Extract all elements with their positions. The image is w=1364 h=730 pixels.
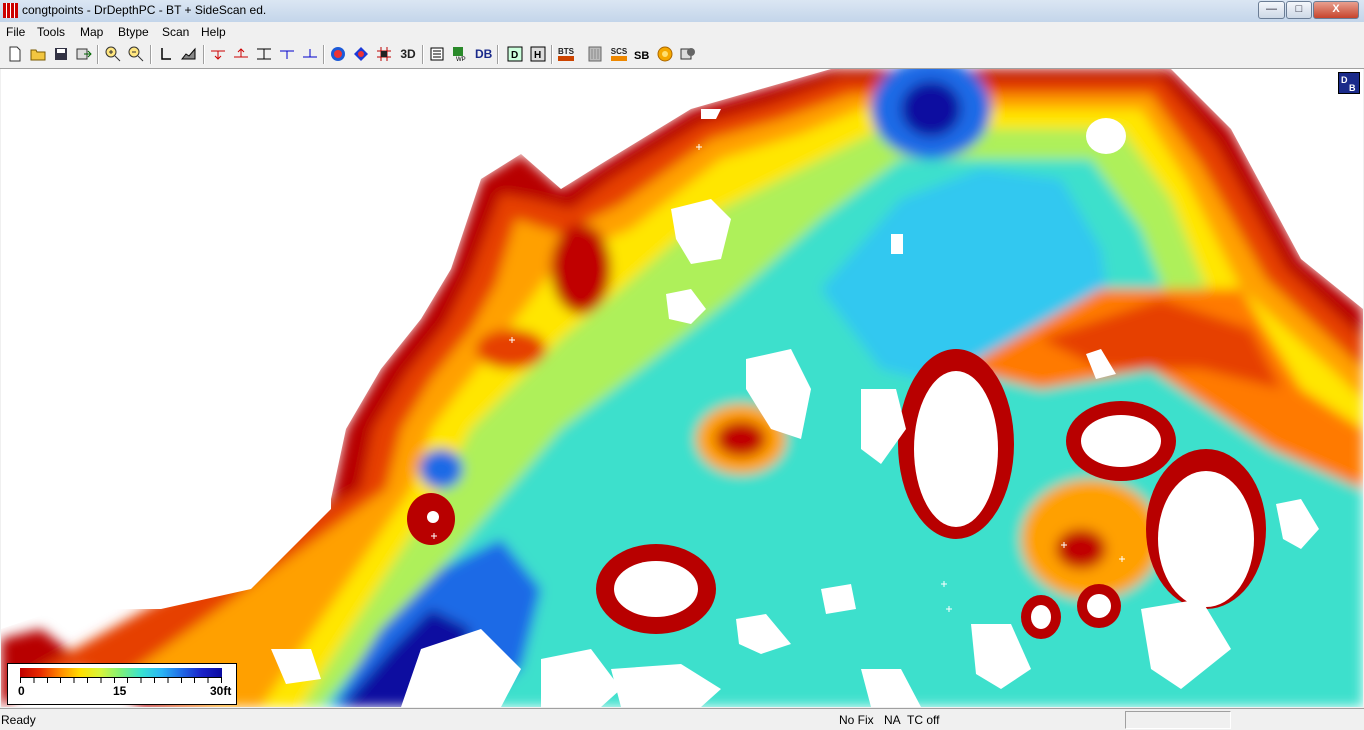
depth-color-scale bbox=[20, 668, 222, 677]
track-icon[interactable] bbox=[586, 45, 604, 63]
status-progress-panel bbox=[1125, 711, 1231, 729]
minimize-button[interactable]: — bbox=[1258, 1, 1285, 19]
status-tc: TC off bbox=[907, 713, 940, 727]
depth-range-icon[interactable] bbox=[255, 45, 273, 63]
depth-up-icon[interactable] bbox=[232, 45, 250, 63]
menu-scan[interactable]: Scan bbox=[162, 25, 189, 39]
toolbar: 3D WP DB D H BTS SCS SB bbox=[0, 41, 1364, 69]
status-bar: Ready No Fix NA TC off bbox=[0, 708, 1364, 730]
bts-label: BTS bbox=[558, 46, 574, 56]
svg-text:H: H bbox=[534, 50, 541, 61]
legend-min-label: 0 bbox=[18, 684, 25, 698]
svg-text:B: B bbox=[1349, 83, 1356, 93]
database-icon[interactable]: DB bbox=[474, 45, 492, 63]
layers-icon[interactable] bbox=[428, 45, 446, 63]
svg-text:D: D bbox=[1341, 75, 1348, 85]
export-icon[interactable] bbox=[75, 45, 93, 63]
svg-text:D: D bbox=[511, 50, 518, 61]
scs-button[interactable]: SCS bbox=[610, 45, 628, 63]
settings-icon[interactable] bbox=[679, 45, 697, 63]
menu-map[interactable]: Map bbox=[80, 25, 103, 39]
open-folder-icon[interactable] bbox=[29, 45, 47, 63]
save-icon[interactable] bbox=[52, 45, 70, 63]
depth-map-canvas bbox=[1, 69, 1363, 707]
depth-scale-ticks bbox=[20, 677, 222, 683]
menu-file[interactable]: File bbox=[6, 25, 25, 39]
maximize-button[interactable]: □ bbox=[1286, 1, 1312, 19]
new-file-icon[interactable] bbox=[6, 45, 24, 63]
profile-icon[interactable] bbox=[180, 45, 198, 63]
legend-max-label: 30ft bbox=[210, 684, 232, 698]
grid-icon[interactable] bbox=[375, 45, 393, 63]
bts-button[interactable]: BTS bbox=[557, 45, 575, 63]
drdepth-logo-icon: D B bbox=[1341, 75, 1356, 93]
hardness-mode-icon[interactable]: H bbox=[529, 45, 547, 63]
shallow-icon[interactable] bbox=[278, 45, 296, 63]
menu-bar: File Tools Map Btype Scan Help bbox=[0, 22, 1364, 41]
scs-label: SCS bbox=[610, 46, 628, 56]
depth-mode-icon[interactable]: D bbox=[506, 45, 524, 63]
depth-map-view[interactable]: 0 15 30ft D B bbox=[1, 69, 1363, 707]
status-na: NA bbox=[884, 713, 901, 727]
depth-down-icon[interactable] bbox=[209, 45, 227, 63]
contour-icon[interactable] bbox=[352, 45, 370, 63]
window-title: congtpoints - DrDepthPC - BT + SideScan … bbox=[22, 3, 267, 17]
sun-icon[interactable] bbox=[656, 45, 674, 63]
sidescan-bottom-icon[interactable]: SB bbox=[633, 45, 651, 63]
menu-tools[interactable]: Tools bbox=[37, 25, 65, 39]
title-bar: congtpoints - DrDepthPC - BT + SideScan … bbox=[0, 0, 1364, 23]
app-icon[interactable] bbox=[3, 3, 18, 18]
menu-help[interactable]: Help bbox=[201, 25, 226, 39]
svg-text:WP: WP bbox=[456, 57, 466, 62]
drdepth-logo[interactable]: D B bbox=[1338, 72, 1360, 94]
svg-text:SB: SB bbox=[634, 50, 649, 62]
deep-icon[interactable] bbox=[301, 45, 319, 63]
svg-text:DB: DB bbox=[475, 47, 492, 61]
zoom-out-icon[interactable] bbox=[127, 45, 145, 63]
depth-legend: 0 15 30ft bbox=[7, 663, 237, 705]
menu-btype[interactable]: Btype bbox=[118, 25, 149, 39]
close-button[interactable]: X bbox=[1313, 1, 1359, 19]
color-map-icon[interactable] bbox=[329, 45, 347, 63]
status-ready: Ready bbox=[1, 713, 36, 727]
legend-mid-label: 15 bbox=[113, 684, 127, 698]
status-fix: No Fix bbox=[839, 713, 874, 727]
3d-view-button[interactable]: 3D bbox=[398, 45, 418, 63]
line-tool-icon[interactable] bbox=[157, 45, 175, 63]
waypoints-icon[interactable]: WP bbox=[451, 45, 469, 63]
zoom-in-icon[interactable] bbox=[104, 45, 122, 63]
